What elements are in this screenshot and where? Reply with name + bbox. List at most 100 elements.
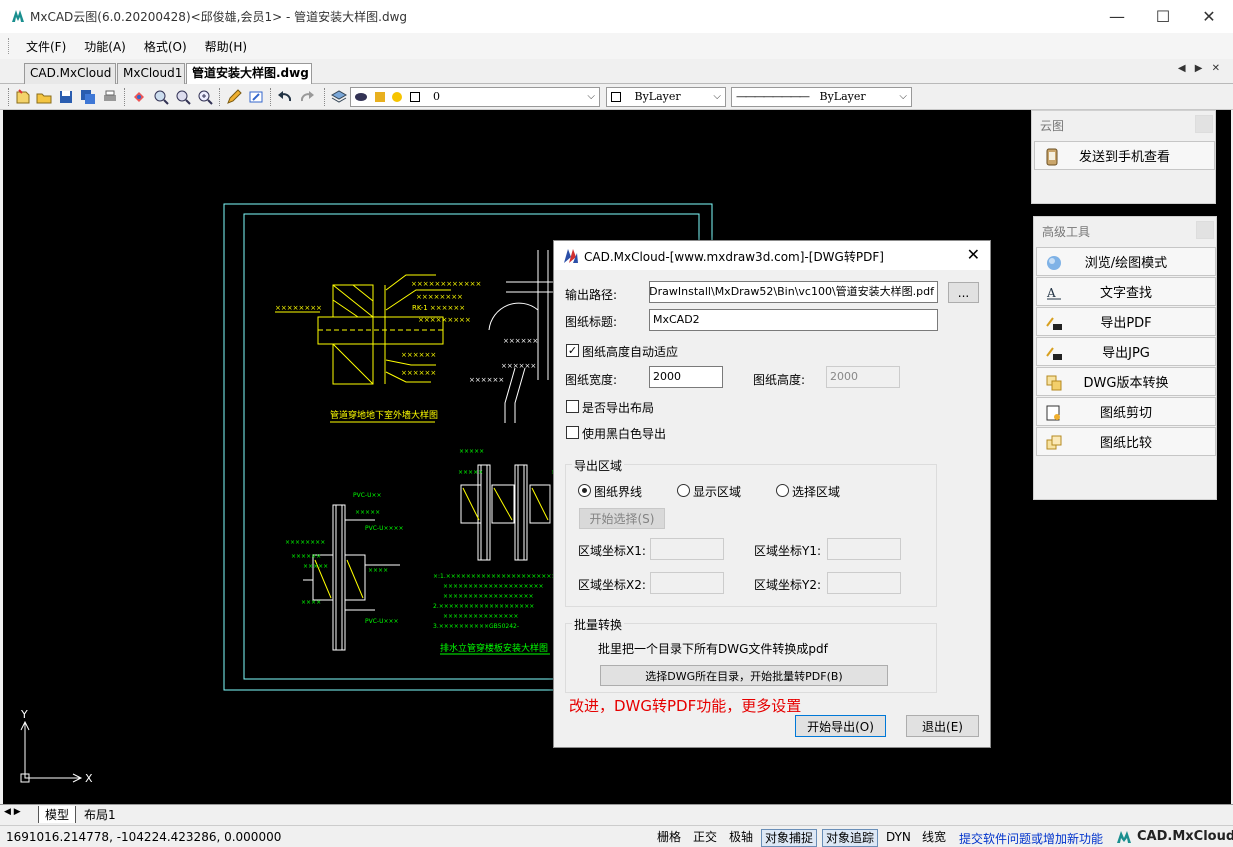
- paper-height-field[interactable]: 2000: [826, 366, 900, 388]
- layout-nav-controls[interactable]: ◀ ▶: [4, 807, 21, 817]
- y2-field[interactable]: [827, 572, 901, 594]
- text-search-label: 文字查找: [1099, 286, 1152, 301]
- advanced-tools-panel: 高级工具 浏览/绘图模式 A 文字查找 导出PDF 导出JPG DWG版本转换 …: [1033, 216, 1217, 500]
- start-select-button[interactable]: 开始选择(S): [579, 508, 665, 529]
- radio-display-area[interactable]: [677, 484, 690, 497]
- tab-cad-mxcloud[interactable]: CAD.MxCloud: [24, 63, 116, 84]
- dialog-close-button[interactable]: ✕: [967, 245, 980, 264]
- x1-field[interactable]: [650, 538, 724, 560]
- svg-text:××××: ××××: [368, 567, 388, 574]
- save-icon[interactable]: [57, 88, 75, 106]
- scissors-icon: [1046, 405, 1060, 421]
- redo-icon[interactable]: [298, 88, 316, 106]
- auto-height-checkbox[interactable]: ✓: [566, 344, 579, 357]
- chevron-down-icon: ⌵: [587, 91, 595, 102]
- svg-text:RK-1 ××××××: RK-1 ××××××: [412, 304, 465, 312]
- output-path-field[interactable]: \MxDrawInstall\MxDraw52\Bin\vc100\管道安装大样…: [649, 281, 938, 303]
- paper-width-label: 图纸宽度:: [565, 373, 618, 387]
- radio-drawing-limits[interactable]: [578, 484, 591, 497]
- dialog-title-bar: CAD.MxCloud-[www.mxdraw3d.com]-[DWG转PDF]…: [554, 241, 990, 270]
- toggle-ortho[interactable]: 正交: [690, 829, 720, 847]
- toolbar-separator: [324, 88, 325, 106]
- svg-text:×××××××××: ×××××××××: [418, 316, 471, 324]
- send-to-phone-button[interactable]: 发送到手机查看: [1034, 141, 1215, 170]
- svg-text:××××××××: ××××××××: [416, 293, 463, 301]
- toggle-polar[interactable]: 极轴: [726, 829, 756, 847]
- minimize-button[interactable]: —: [1094, 0, 1140, 33]
- drawing-cut-button[interactable]: 图纸剪切: [1036, 397, 1216, 426]
- zoom-realtime-icon[interactable]: [152, 88, 170, 106]
- toggle-grid[interactable]: 栅格: [654, 829, 684, 847]
- pan-icon[interactable]: [130, 88, 148, 106]
- zoom-extents-icon[interactable]: [196, 88, 214, 106]
- svg-text:PVC-U××××: PVC-U××××: [365, 525, 404, 532]
- text-search-button[interactable]: A 文字查找: [1036, 277, 1216, 306]
- feedback-link[interactable]: 提交软件问题或增加新功能: [959, 830, 1103, 847]
- toggle-dyn[interactable]: DYN: [883, 829, 914, 847]
- svg-text:××××××: ××××××: [503, 337, 538, 345]
- svg-text:××××××: ××××××: [291, 553, 321, 560]
- print-icon[interactable]: [101, 88, 119, 106]
- pencil-icon[interactable]: [225, 88, 243, 106]
- menu-format[interactable]: 格式(O): [135, 38, 196, 55]
- layer-manager-icon[interactable]: [330, 88, 348, 106]
- linetype-dropdown[interactable]: ———————— ByLayer ⌵: [731, 87, 912, 107]
- tab-pipe-drawing[interactable]: 管道安装大样图.dwg: [186, 63, 312, 84]
- open-file-icon[interactable]: [35, 88, 53, 106]
- drawing-compare-button[interactable]: 图纸比较: [1036, 427, 1216, 456]
- color-dropdown[interactable]: ByLayer ⌵: [606, 87, 726, 107]
- menu-file[interactable]: 文件(F): [17, 38, 75, 55]
- toggle-lineweight[interactable]: 线宽: [919, 829, 949, 847]
- paper-width-field[interactable]: 2000: [649, 366, 723, 388]
- tab-nav-controls[interactable]: ◀ ▶ ✕: [1178, 63, 1223, 74]
- zoom-window-icon[interactable]: [174, 88, 192, 106]
- compare-icon: [1046, 435, 1062, 450]
- black-white-label: 使用黑白色导出: [582, 427, 667, 441]
- svg-text:××××: ××××: [301, 599, 321, 606]
- toggle-object-snap[interactable]: 对象捕捉: [761, 829, 818, 847]
- radio-select-area[interactable]: [776, 484, 789, 497]
- export-pdf-label: 导出PDF: [1100, 316, 1152, 331]
- menu-function[interactable]: 功能(A): [75, 38, 135, 55]
- menu-help[interactable]: 帮助(H): [196, 38, 256, 55]
- close-window-button[interactable]: ✕: [1186, 0, 1232, 33]
- svg-text:×××××: ×××××: [459, 448, 484, 455]
- export-layout-checkbox[interactable]: [566, 400, 579, 413]
- browse-draw-mode-button[interactable]: 浏览/绘图模式: [1036, 247, 1216, 276]
- toggle-object-track[interactable]: 对象追踪: [822, 829, 879, 847]
- dwg-version-convert-label: DWG版本转换: [1083, 376, 1169, 391]
- new-file-icon[interactable]: [14, 88, 32, 106]
- browse-button[interactable]: ...: [948, 282, 979, 303]
- export-pdf-button[interactable]: 导出PDF: [1036, 307, 1216, 336]
- drawing-title-riser: 排水立管穿楼板安装大样图: [440, 642, 548, 654]
- batch-convert-button[interactable]: 选择DWG所在目录，开始批量转PDF(B): [600, 665, 888, 686]
- text-find-icon: A: [1046, 286, 1061, 300]
- layer-color-icon: [392, 92, 402, 102]
- x2-field[interactable]: [650, 572, 724, 594]
- chevron-down-icon: ⌵: [713, 91, 721, 102]
- maximize-button[interactable]: ☐: [1140, 0, 1186, 33]
- layer-value: 0: [433, 90, 440, 103]
- tools-panel-close-button[interactable]: [1196, 221, 1214, 239]
- tab-mxcloud1[interactable]: MxCloud1: [117, 63, 185, 84]
- edit-icon[interactable]: [247, 88, 265, 106]
- paper-title-field[interactable]: MxCAD2: [649, 309, 938, 331]
- drawing-compare-label: 图纸比较: [1099, 436, 1152, 451]
- svg-text:××××××: ××××××: [401, 369, 436, 377]
- radio-select-area-label: 选择区域: [792, 485, 841, 499]
- save-as-icon[interactable]: [79, 88, 97, 106]
- start-export-button[interactable]: 开始导出(O): [795, 715, 886, 737]
- exit-button[interactable]: 退出(E): [906, 715, 979, 737]
- batch-convert-group: 批量转换 批里把一个目录下所有DWG文件转换成pdf 选择DWG所在目录，开始批…: [565, 616, 937, 693]
- undo-icon[interactable]: [276, 88, 294, 106]
- y1-field[interactable]: [827, 538, 901, 560]
- layout-tab-layout1[interactable]: 布局1: [84, 806, 116, 823]
- export-jpg-button[interactable]: 导出JPG: [1036, 337, 1216, 366]
- tools-panel-title: 高级工具: [1042, 225, 1091, 239]
- dwg-version-convert-button[interactable]: DWG版本转换: [1036, 367, 1216, 396]
- toolbar-separator: [124, 88, 125, 106]
- cloud-panel-close-button[interactable]: [1195, 115, 1213, 133]
- layer-dropdown[interactable]: 0 ⌵: [350, 87, 600, 107]
- layout-tab-model[interactable]: 模型: [38, 806, 77, 823]
- black-white-checkbox[interactable]: [566, 426, 579, 439]
